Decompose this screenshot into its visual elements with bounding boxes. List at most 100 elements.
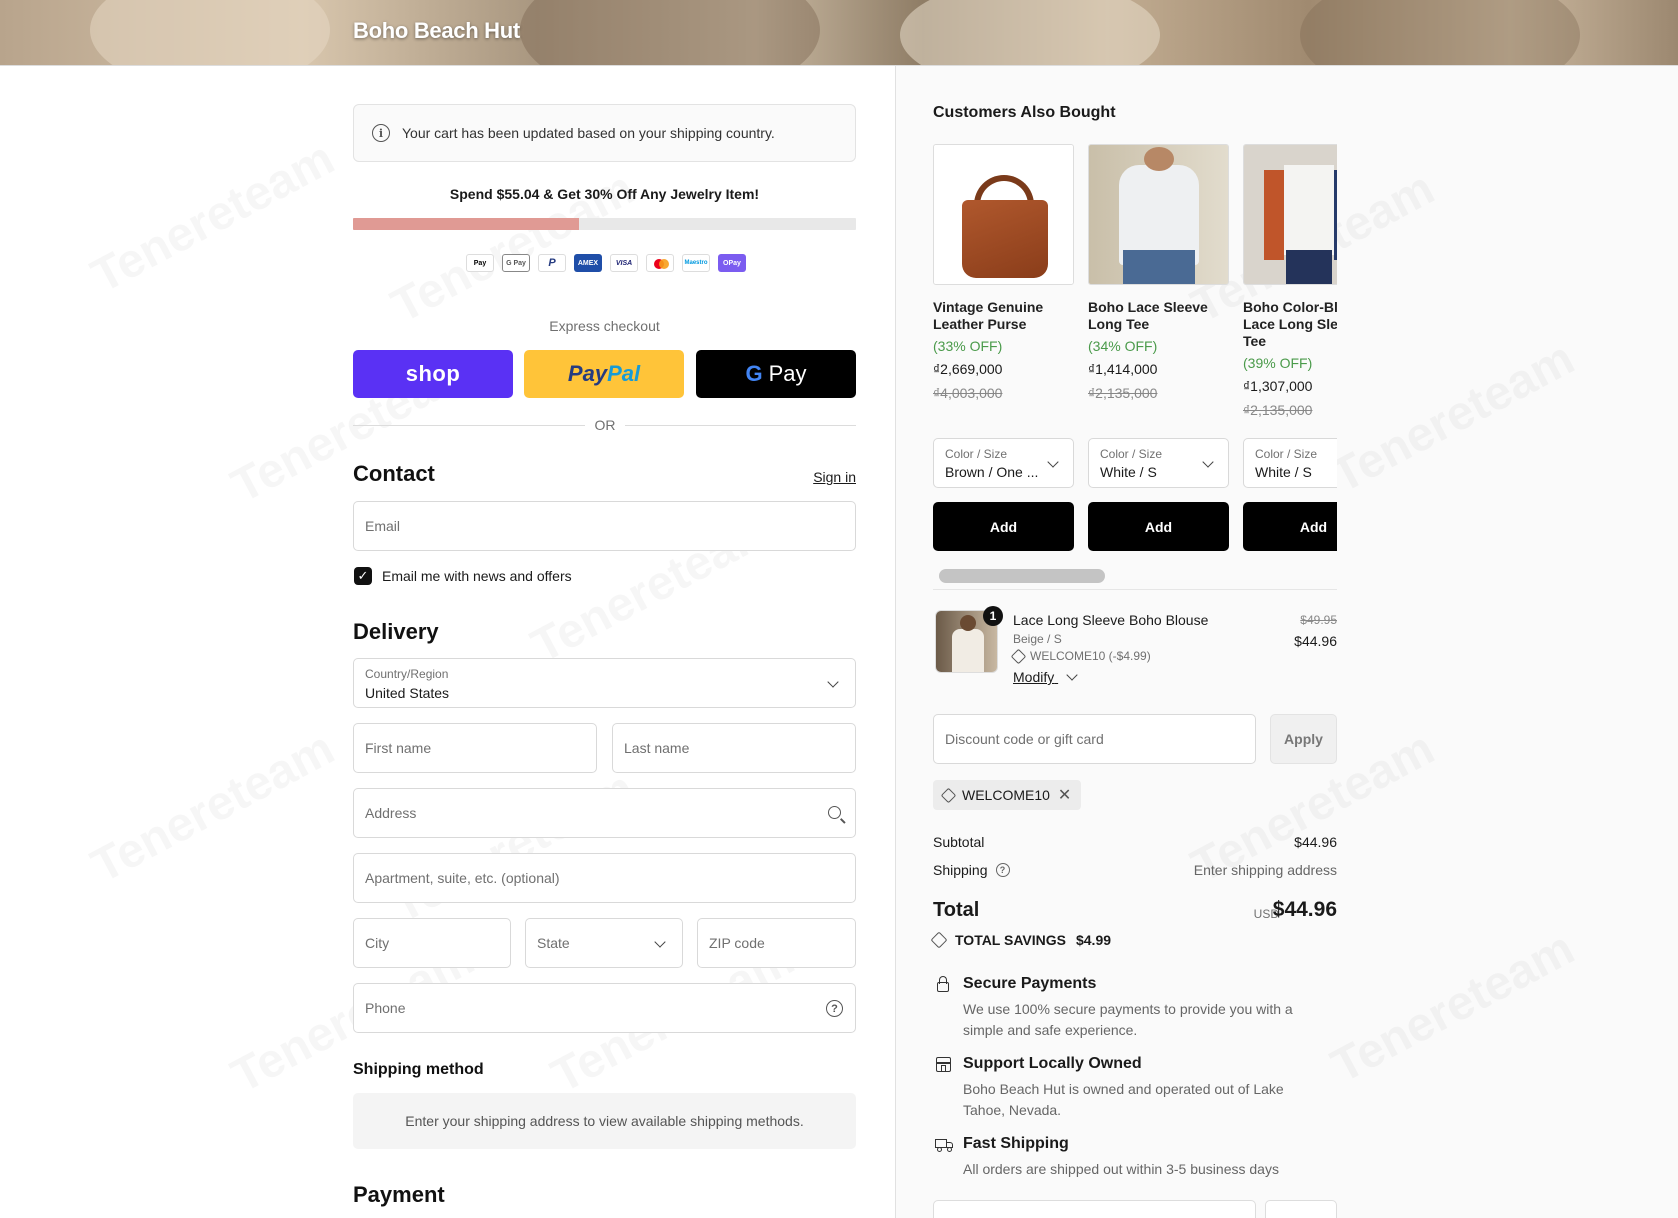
product-image-lace-tee[interactable]	[1088, 144, 1229, 285]
header-photo-blob	[520, 0, 820, 65]
shipping-label: Shipping ?	[933, 862, 1010, 878]
store-icon	[935, 1056, 951, 1072]
info-icon: i	[372, 124, 390, 142]
cart-item-variant: Beige / S	[1013, 632, 1062, 646]
summary-footer-field[interactable]	[933, 1200, 1256, 1218]
zip-field[interactable]: ZIP code	[697, 918, 856, 968]
modify-link[interactable]: Modify	[1013, 669, 1078, 685]
help-icon[interactable]: ?	[826, 1000, 843, 1017]
first-name-field[interactable]: First name	[353, 723, 597, 773]
product-price: ₫1,414,000	[1088, 361, 1158, 377]
upsell-product: Vintage Genuine Leather Purse (33% OFF) …	[933, 144, 1074, 401]
promo-progress-bar	[353, 218, 856, 230]
product-compare-price: ₫2,135,000	[1243, 402, 1313, 418]
carousel-scrollbar[interactable]	[939, 569, 1105, 583]
store-header: Boho Beach Hut	[0, 0, 1678, 66]
summary-footer-button[interactable]	[1265, 1200, 1337, 1218]
shipping-method-empty: Enter your shipping address to view avai…	[353, 1093, 856, 1149]
accepted-payment-icons: Pay G Pay P AMEX VISA Maestro OPay	[466, 254, 746, 272]
maestro-icon: Maestro	[682, 254, 710, 272]
total-savings: TOTAL SAVINGS $4.99	[930, 931, 1111, 949]
total-label: Total	[933, 899, 980, 921]
header-photo-blob	[1300, 0, 1580, 65]
subtotal-value: $44.96	[1294, 834, 1337, 850]
promo-progress-fill	[353, 218, 580, 230]
last-name-field[interactable]: Last name	[612, 723, 856, 773]
payment-heading: Payment	[353, 1182, 445, 1207]
sign-in-link[interactable]: Sign in	[813, 469, 856, 485]
city-field[interactable]: City	[353, 918, 511, 968]
newsletter-label: Email me with news and offers	[382, 568, 572, 584]
add-to-cart-button[interactable]: Add	[1088, 502, 1229, 551]
amex-icon: AMEX	[574, 254, 602, 272]
customers-also-bought-heading: Customers Also Bought	[933, 104, 1116, 121]
search-icon	[828, 806, 841, 819]
upsell-carousel[interactable]: Vintage Genuine Leather Purse (33% OFF) …	[933, 144, 1337, 564]
product-discount: (33% OFF)	[933, 338, 1003, 354]
variant-select[interactable]: Color / Size White / S	[1088, 438, 1229, 488]
header-photo-blob	[90, 0, 330, 65]
upsell-product: Boho Lace Sleeve Long Tee (34% OFF) ₫1,4…	[1088, 144, 1229, 401]
paypal-button[interactable]: Pay Pal	[524, 350, 684, 398]
checkout-main	[0, 66, 895, 1218]
state-select[interactable]: State	[525, 918, 683, 968]
upsell-product: Boho Color-Block Lace Long Sleeve Tee (3…	[1243, 144, 1337, 418]
add-to-cart-button[interactable]: Add	[933, 502, 1074, 551]
product-image-colorblock-tee[interactable]	[1243, 144, 1337, 285]
shipping-value: Enter shipping address	[1193, 862, 1337, 878]
product-image-purse[interactable]	[933, 144, 1074, 285]
cart-item-discount: WELCOME10 (-$4.99)	[1010, 648, 1151, 664]
country-select[interactable]: Country/Region United States	[353, 658, 856, 708]
product-name[interactable]: Vintage Genuine Leather Purse	[933, 299, 1074, 333]
remove-discount-close-icon[interactable]: ✕	[1058, 785, 1071, 805]
email-field[interactable]: Email	[353, 501, 856, 551]
chevron-down-icon	[827, 676, 839, 688]
opay-icon: OPay	[718, 254, 746, 272]
visa-icon: VISA	[610, 254, 638, 272]
store-logo[interactable]: Boho Beach Hut	[353, 18, 520, 44]
subtotal-label: Subtotal	[933, 834, 985, 850]
feature-locally-owned: Support Locally Owned Boho Beach Hut is …	[933, 1055, 1337, 1125]
help-icon[interactable]: ?	[995, 863, 1010, 877]
newsletter-checkbox[interactable]: ✓	[354, 567, 372, 585]
product-price: ₫2,669,000	[933, 361, 1003, 377]
promo-banner: Spend $55.04 & Get 30% Off Any Jewelry I…	[449, 186, 760, 202]
product-compare-price: ₫2,135,000	[1088, 385, 1158, 401]
discount-code-input[interactable]: Discount code or gift card	[933, 714, 1256, 764]
address-field[interactable]: Address	[353, 788, 856, 838]
contact-heading: Contact	[353, 461, 435, 486]
product-price: ₫1,307,000	[1243, 378, 1313, 394]
add-to-cart-button[interactable]: Add	[1243, 502, 1337, 551]
tag-icon	[930, 931, 948, 949]
delivery-heading: Delivery	[353, 619, 439, 644]
phone-field[interactable]: Phone ?	[353, 983, 856, 1033]
cart-item-compare-price: $49.95	[1300, 613, 1337, 627]
cart-item-name: Lace Long Sleeve Boho Blouse	[1013, 612, 1209, 628]
product-name[interactable]: Boho Lace Sleeve Long Tee	[1088, 299, 1229, 333]
cart-item-quantity-badge: 1	[983, 606, 1003, 626]
cart-item-price: $44.96	[1294, 633, 1337, 649]
apply-discount-button[interactable]: Apply	[1270, 714, 1337, 764]
truck-icon	[935, 1136, 955, 1152]
variant-select[interactable]: Color / Size White / S	[1243, 438, 1337, 488]
feature-fast-shipping: Fast Shipping All orders are shipped out…	[933, 1135, 1337, 1185]
shop-pay-button[interactable]: shop	[353, 350, 513, 398]
chevron-down-icon	[1202, 456, 1214, 468]
product-name[interactable]: Boho Color-Block Lace Long Sleeve Tee	[1243, 299, 1337, 350]
product-compare-price: ₫4,003,000	[933, 385, 1003, 401]
product-discount: (34% OFF)	[1088, 338, 1158, 354]
apartment-field[interactable]: Apartment, suite, etc. (optional)	[353, 853, 856, 903]
google-pay-button[interactable]: G Pay	[696, 350, 856, 398]
mastercard-icon	[646, 254, 674, 272]
variant-select[interactable]: Color / Size Brown / One ...	[933, 438, 1074, 488]
tag-icon	[1010, 648, 1027, 664]
or-label: OR	[585, 417, 625, 433]
feature-secure-payments: Secure Payments We use 100% secure payme…	[933, 975, 1337, 1045]
chevron-down-icon	[654, 936, 666, 948]
lock-icon	[935, 976, 950, 992]
product-discount: (39% OFF)	[1243, 355, 1313, 371]
cart-updated-notice: i Your cart has been updated based on yo…	[353, 104, 856, 162]
divider	[933, 589, 1337, 590]
total-value: $44.96	[1272, 898, 1337, 921]
google-pay-icon: G Pay	[502, 254, 530, 272]
